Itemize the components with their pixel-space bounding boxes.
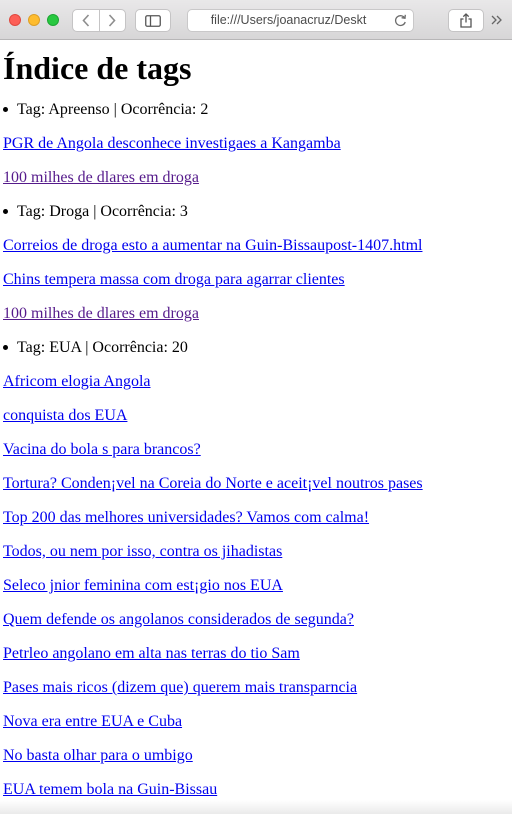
close-window-button[interactable] bbox=[9, 14, 21, 26]
list-item: 100 milhes de dlares em droga bbox=[3, 169, 512, 203]
page-content: Índice de tags Tag: Apreenso | Ocorrênci… bbox=[3, 40, 512, 815]
article-link[interactable]: Tortura? Conden¡vel na Coreia do Norte e… bbox=[3, 475, 423, 492]
scroll-edge-shadow bbox=[0, 800, 512, 814]
article-link[interactable]: Chins tempera massa com droga para agarr… bbox=[3, 271, 345, 288]
article-link[interactable]: Nova era entre EUA e Cuba bbox=[3, 713, 182, 730]
list-item: Chins tempera massa com droga para agarr… bbox=[3, 271, 512, 305]
back-icon bbox=[82, 14, 89, 27]
bullet-icon bbox=[3, 107, 8, 112]
more-icon[interactable] bbox=[490, 12, 504, 28]
forward-button[interactable] bbox=[98, 10, 126, 31]
tag-index-list: Tag: Apreenso | Ocorrência: 2 PGR de Ango… bbox=[3, 101, 512, 815]
article-link[interactable]: PGR de Angola desconhece investigaes a K… bbox=[3, 135, 341, 152]
forward-icon bbox=[109, 14, 116, 27]
article-link[interactable]: EUA temem bola na Guin-Bissau bbox=[3, 781, 217, 798]
article-link[interactable]: Petrleo angolano em alta nas terras do t… bbox=[3, 645, 300, 662]
list-item: Todos, ou nem por isso, contra os jihadi… bbox=[3, 543, 512, 577]
article-link[interactable]: Top 200 das melhores universidades? Vamo… bbox=[3, 509, 369, 526]
tag-label: Tag: Apreenso | Ocorrência: 2 bbox=[17, 101, 209, 118]
tag-label: Tag: Droga | Ocorrência: 3 bbox=[17, 203, 188, 220]
list-item: No basta olhar para o umbigo bbox=[3, 747, 512, 781]
article-link[interactable]: Vacina do bola s para brancos? bbox=[3, 441, 201, 458]
share-button[interactable] bbox=[448, 9, 484, 32]
sidebar-button[interactable] bbox=[135, 9, 171, 32]
list-item: Correios de droga esto a aumentar na Gui… bbox=[3, 237, 512, 271]
back-button[interactable] bbox=[73, 10, 99, 31]
navigation-buttons bbox=[72, 9, 126, 32]
article-link[interactable]: Quem defende os angolanos considerados d… bbox=[3, 611, 354, 628]
article-link[interactable]: 100 milhes de dlares em droga bbox=[3, 169, 199, 186]
article-link[interactable]: 100 milhes de dlares em droga bbox=[3, 305, 199, 322]
url-text: file:///Users/joanacruz/Deskt bbox=[210, 13, 367, 27]
article-link[interactable]: Pases mais ricos (dizem que) querem mais… bbox=[3, 679, 357, 696]
list-item: Seleco jnior feminina com est¡gio nos EU… bbox=[3, 577, 512, 611]
list-item: Africom elogia Angola bbox=[3, 373, 512, 407]
share-icon bbox=[460, 13, 472, 28]
list-item: Nova era entre EUA e Cuba bbox=[3, 713, 512, 747]
zoom-window-button[interactable] bbox=[47, 14, 59, 26]
article-link[interactable]: Seleco jnior feminina com est¡gio nos EU… bbox=[3, 577, 283, 594]
article-link[interactable]: Africom elogia Angola bbox=[3, 373, 151, 390]
article-link[interactable]: Todos, ou nem por isso, contra os jihadi… bbox=[3, 543, 282, 560]
list-item: PGR de Angola desconhece investigaes a K… bbox=[3, 135, 512, 169]
article-link[interactable]: No basta olhar para o umbigo bbox=[3, 747, 193, 764]
list-item: Pases mais ricos (dizem que) querem mais… bbox=[3, 679, 512, 713]
bullet-icon bbox=[3, 209, 8, 214]
list-item: Tortura? Conden¡vel na Coreia do Norte e… bbox=[3, 475, 512, 509]
bullet-icon bbox=[3, 345, 8, 350]
list-item: conquista dos EUA bbox=[3, 407, 512, 441]
minimize-window-button[interactable] bbox=[28, 14, 40, 26]
list-item: 100 milhes de dlares em droga bbox=[3, 305, 512, 339]
tag-heading: Tag: EUA | Ocorrência: 20 bbox=[3, 339, 512, 373]
list-item: Petrleo angolano em alta nas terras do t… bbox=[3, 645, 512, 679]
list-item: Quem defende os angolanos considerados d… bbox=[3, 611, 512, 645]
reload-icon[interactable] bbox=[394, 14, 407, 27]
article-link[interactable]: conquista dos EUA bbox=[3, 407, 127, 424]
tag-heading: Tag: Apreenso | Ocorrência: 2 bbox=[3, 101, 512, 135]
article-link[interactable]: Correios de droga esto a aumentar na Gui… bbox=[3, 237, 422, 254]
tag-heading: Tag: Droga | Ocorrência: 3 bbox=[3, 203, 512, 237]
browser-toolbar: file:///Users/joanacruz/Deskt bbox=[0, 0, 512, 40]
list-item: Top 200 das melhores universidades? Vamo… bbox=[3, 509, 512, 543]
list-item: Vacina do bola s para brancos? bbox=[3, 441, 512, 475]
sidebar-icon bbox=[145, 14, 161, 27]
page-title: Índice de tags bbox=[3, 50, 192, 86]
tag-label: Tag: EUA | Ocorrência: 20 bbox=[17, 339, 188, 356]
address-bar[interactable]: file:///Users/joanacruz/Deskt bbox=[187, 9, 414, 32]
